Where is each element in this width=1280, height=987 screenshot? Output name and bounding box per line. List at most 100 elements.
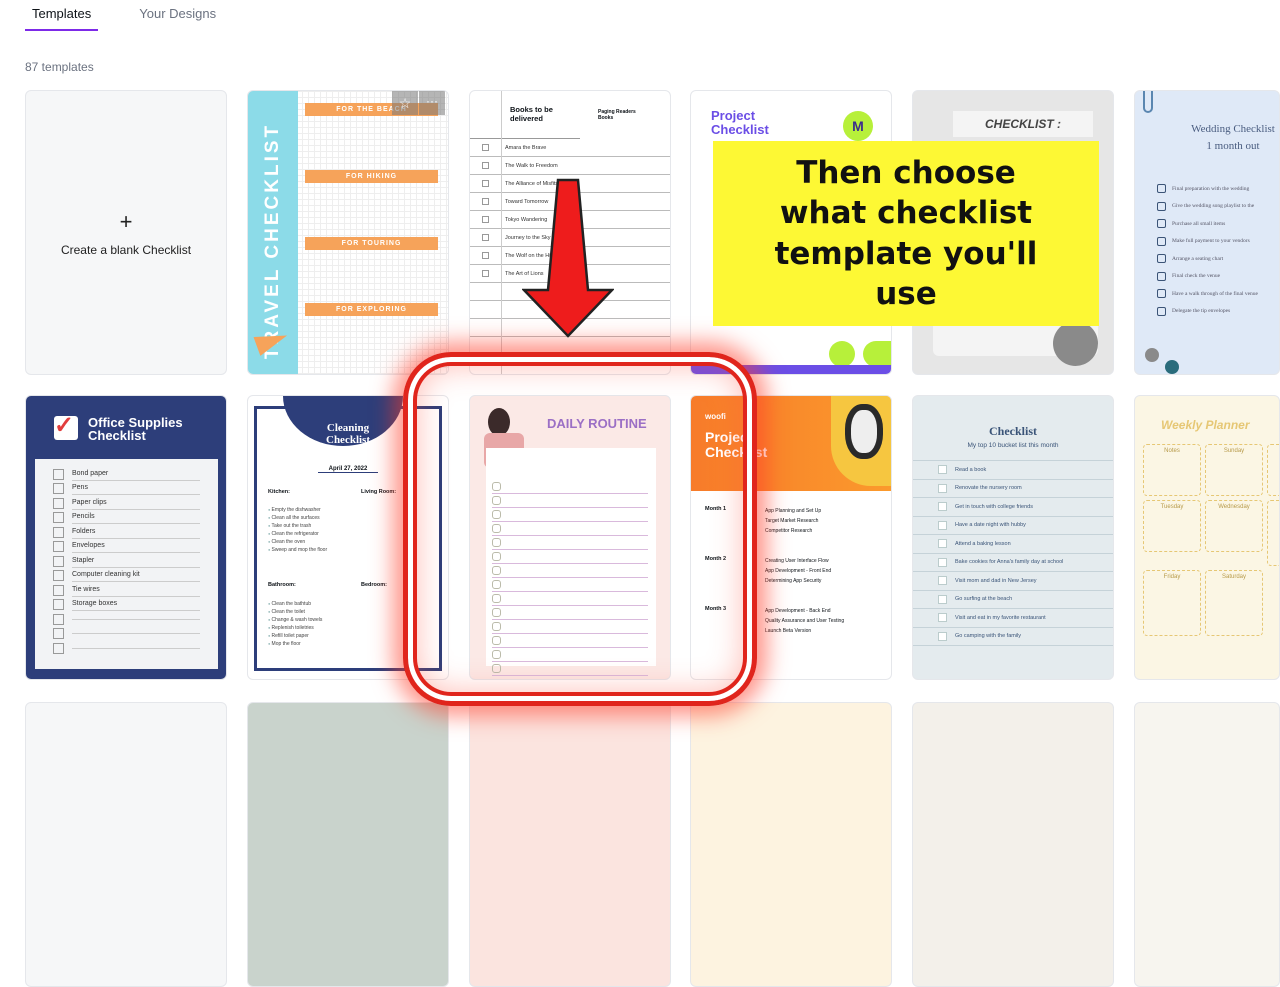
template-card[interactable]	[690, 702, 892, 987]
checkbox-icon	[938, 539, 947, 549]
create-blank-label: Create a blank Checklist	[60, 242, 192, 257]
book-title: The Walk to Freedom	[505, 162, 558, 169]
planner-cell: Friday	[1143, 570, 1201, 636]
checkbox-icon	[53, 483, 64, 495]
office-item: Envelopes	[53, 540, 200, 555]
wedding-item: Final preparation with the wedding	[1157, 180, 1258, 198]
more-options-button[interactable]: ···	[419, 91, 445, 115]
cleaning-item: ● Sweep and mop the floor	[268, 546, 327, 554]
template-office-supplies[interactable]: ✓ Office Supplies Checklist Bond paper Pe…	[25, 395, 227, 680]
wedding-item: Make full payment to your vendors	[1157, 233, 1258, 251]
cleaning-item-label: Change & wash towels	[271, 617, 323, 623]
office-item: Pens	[53, 482, 200, 497]
wedding-item: Have a walk through of the final venue	[1157, 285, 1258, 303]
wedding-item-label: Have a walk through of the final venue	[1172, 290, 1258, 297]
cleaning-item-label: Clean the bathtub	[271, 601, 312, 607]
office-item-label: Storage boxes	[72, 598, 200, 612]
checkbox-icon	[938, 502, 947, 512]
planner-cell: Sunday	[1205, 444, 1263, 496]
tab-templates[interactable]: Templates	[25, 0, 99, 31]
book-row: Amara the Brave	[470, 139, 670, 157]
office-item	[53, 627, 200, 642]
planner-cell: Monday	[1267, 444, 1279, 496]
template-card[interactable]	[469, 702, 671, 987]
travel-title: TRAVEL CHECKLIST	[262, 122, 283, 360]
template-wedding-checklist[interactable]: Wedding Checklist 1 month out Final prepa…	[1134, 90, 1280, 375]
office-item: Bond paper	[53, 467, 200, 482]
checkbox-icon	[53, 570, 64, 582]
squirrel-illustration	[1053, 321, 1098, 366]
template-card[interactable]	[247, 702, 449, 987]
bathroom-list: ● Clean the bathtub ● Clean the toilet ● C…	[268, 600, 322, 648]
project-title: Project Checklist	[711, 108, 769, 137]
template-travel-checklist[interactable]: TRAVEL CHECKLIST FOR THE BEACH FOR HIKIN…	[247, 90, 449, 375]
checkbox-icon	[1157, 289, 1166, 299]
bucket-item: Visit and eat in my favorite restaurant	[913, 609, 1113, 628]
template-card[interactable]	[1134, 702, 1280, 987]
checkbox-icon	[53, 599, 64, 611]
month-items: App Development - Back End Quality Assura…	[765, 606, 844, 656]
squirrel-title: CHECKLIST :	[953, 111, 1093, 137]
bucket-item-label: Renovate the nursery room	[955, 485, 1022, 492]
office-item-label: Envelopes	[72, 540, 200, 554]
books-brand: Paging Readers Books	[598, 109, 636, 121]
wedding-list: Final preparation with the wedding Give t…	[1157, 180, 1258, 320]
cleaning-item: ● Mop the floor	[268, 640, 322, 648]
travel-band: FOR EXPLORING	[305, 303, 438, 316]
highlight-circle	[403, 352, 757, 706]
paperclip-icon	[1143, 91, 1153, 113]
create-blank-checklist-card[interactable]: + Create a blank Checklist	[25, 90, 227, 375]
checkbox-icon	[938, 557, 947, 567]
office-item-label: Computer cleaning kit	[72, 569, 200, 583]
month-items: Creating User Interface Flow App Developm…	[765, 556, 831, 606]
bucket-item: Get in touch with college friends	[913, 498, 1113, 517]
month-item: Creating User Interface Flow	[765, 558, 829, 564]
checkbox-icon	[482, 234, 489, 241]
month-item: App Planning and Set Up	[765, 508, 822, 514]
book-row: The Walk to Freedom	[470, 157, 670, 175]
month-item: Competitor Research	[765, 528, 813, 534]
checkbox-icon	[938, 465, 947, 475]
template-count: 87 templates	[25, 60, 94, 74]
planner-cell: Wednesday	[1205, 500, 1263, 552]
checkbox-icon	[1157, 201, 1166, 211]
tab-bar: Templates Your Designs	[25, 0, 223, 31]
wedding-item-label: Arrange a seating chart	[1172, 255, 1224, 262]
checkbox-icon	[938, 631, 947, 641]
cleaning-item: ● Clean the toilet	[268, 608, 322, 616]
cleaning-item-label: Clean the oven	[271, 539, 306, 545]
cleaning-date: April 27, 2022	[318, 466, 378, 473]
bucket-item: Go surfing at the beach	[913, 591, 1113, 609]
checkbox-icon	[938, 576, 947, 586]
template-card[interactable]	[912, 702, 1114, 987]
bucket-item-label: Attend a baking lesson	[955, 540, 1011, 547]
office-item	[53, 612, 200, 627]
tab-your-designs[interactable]: Your Designs	[132, 0, 223, 31]
checkbox-icon	[53, 526, 64, 538]
template-weekly-planner[interactable]: Weekly Planner NotesSunday Monday TuesdayW…	[1134, 395, 1280, 680]
checkbox-icon	[53, 512, 64, 524]
plus-icon: +	[119, 208, 133, 234]
wedding-item: Give the wedding song playlist to the	[1157, 198, 1258, 216]
office-item: Pencils	[53, 511, 200, 526]
office-item-label	[72, 618, 200, 620]
checkbox-icon	[1157, 306, 1166, 316]
cleaning-item-label: Mop the floor	[271, 641, 301, 647]
office-item: Storage boxes	[53, 598, 200, 613]
template-bucket-list-checklist[interactable]: Checklist My top 10 bucket list this mon…	[912, 395, 1114, 680]
callout-text: Then choose what checklist template you'…	[774, 154, 1038, 312]
checkbox-icon	[1157, 236, 1166, 246]
office-item: Stapler	[53, 554, 200, 569]
cleaning-item-label: Sweep and mop the floor	[271, 547, 328, 553]
template-card[interactable]	[25, 702, 227, 987]
favorite-star-button[interactable]: ☆	[392, 91, 418, 115]
checkbox-icon	[482, 216, 489, 223]
cleaning-item-label: Clean the toilet	[271, 609, 305, 615]
checkbox-icon	[1157, 184, 1166, 194]
office-item-label: Pens	[72, 482, 200, 496]
cleaning-item-label: Clean all the surfaces	[271, 515, 320, 521]
checkbox-icon	[53, 642, 64, 654]
bucket-item: Renovate the nursery room	[913, 480, 1113, 498]
project-badge: M	[843, 111, 873, 141]
month-item: Quality Assurance and User Testing	[765, 618, 845, 624]
